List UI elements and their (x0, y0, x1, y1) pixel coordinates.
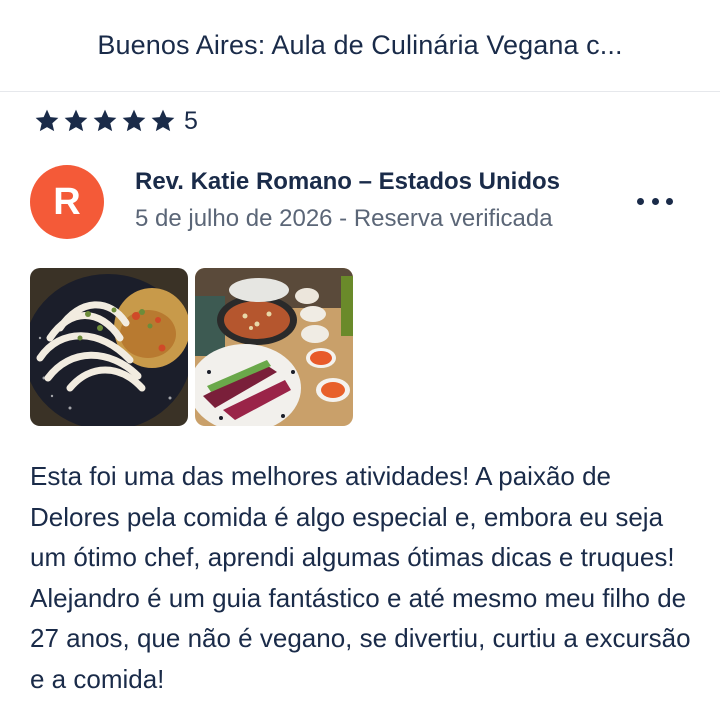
avatar: R (30, 165, 104, 239)
page-header: Buenos Aires: Aula de Culinária Vegana c… (0, 0, 720, 92)
review-date-verified: 5 de julho de 2026 - Reserva verificada (135, 205, 553, 232)
more-options-button[interactable] (637, 187, 673, 215)
more-dots-icon (666, 197, 673, 205)
reviewer-name: Rev. Katie Romano – Estados Unidos (135, 168, 560, 195)
rating-value: 5 (184, 106, 198, 135)
review-body: Esta foi uma das melhores atividades! A … (30, 461, 691, 694)
review-photo-table[interactable] (195, 268, 353, 426)
activity-title[interactable]: Buenos Aires: Aula de Culinária Vegana c… (97, 30, 622, 61)
more-dots-icon (637, 197, 644, 205)
star-icon (35, 109, 59, 132)
pasta-dish-photo (30, 268, 188, 426)
table-dishes-photo (195, 268, 353, 426)
review-photo-pasta[interactable] (30, 268, 188, 426)
star-icon (122, 109, 146, 132)
avatar-initial: R (53, 180, 81, 223)
more-dots-icon (651, 197, 659, 205)
star-rating: 5 (34, 103, 198, 139)
star-icon (151, 109, 175, 132)
star-icon (64, 109, 88, 132)
star-icon (93, 109, 117, 132)
